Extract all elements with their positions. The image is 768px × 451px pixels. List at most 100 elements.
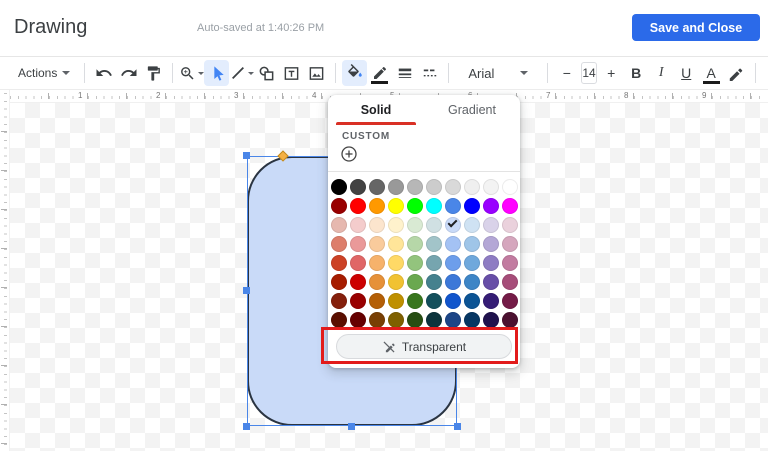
palette-color-swatch[interactable]: [350, 293, 366, 309]
palette-color-swatch[interactable]: [483, 236, 499, 252]
save-and-close-button[interactable]: Save and Close: [632, 14, 760, 41]
palette-color-swatch[interactable]: [483, 274, 499, 290]
palette-color-swatch[interactable]: [331, 217, 347, 233]
palette-color-swatch[interactable]: [445, 293, 461, 309]
redo-button[interactable]: [116, 60, 141, 86]
palette-color-swatch[interactable]: [483, 312, 499, 328]
palette-color-swatch[interactable]: [464, 236, 480, 252]
resize-handle-bottom-right[interactable]: [454, 423, 461, 430]
zoom-button[interactable]: [179, 60, 204, 86]
palette-color-swatch[interactable]: [464, 217, 480, 233]
palette-color-swatch[interactable]: [407, 274, 423, 290]
font-size-input[interactable]: 14: [581, 62, 596, 84]
palette-color-swatch[interactable]: [331, 293, 347, 309]
palette-color-swatch[interactable]: [426, 236, 442, 252]
palette-color-swatch[interactable]: [407, 255, 423, 271]
palette-color-swatch[interactable]: [426, 198, 442, 214]
palette-color-swatch[interactable]: [331, 312, 347, 328]
highlight-color-button[interactable]: [724, 60, 749, 86]
palette-color-swatch[interactable]: [502, 179, 518, 195]
underline-button[interactable]: U: [674, 60, 699, 86]
palette-color-swatch[interactable]: [445, 217, 461, 233]
palette-color-swatch[interactable]: [350, 274, 366, 290]
border-dash-button[interactable]: [417, 60, 442, 86]
palette-color-swatch[interactable]: [331, 274, 347, 290]
palette-color-swatch[interactable]: [445, 274, 461, 290]
bold-button[interactable]: B: [624, 60, 649, 86]
palette-color-swatch[interactable]: [388, 274, 404, 290]
select-tool-button[interactable]: [204, 60, 229, 86]
palette-color-swatch[interactable]: [426, 255, 442, 271]
palette-color-swatch[interactable]: [445, 179, 461, 195]
palette-color-swatch[interactable]: [426, 217, 442, 233]
palette-color-swatch[interactable]: [407, 293, 423, 309]
palette-color-swatch[interactable]: [464, 293, 480, 309]
border-weight-button[interactable]: [392, 60, 417, 86]
text-color-button[interactable]: A: [699, 60, 724, 86]
decrease-font-size-button[interactable]: −: [554, 60, 579, 86]
add-custom-color-button[interactable]: [340, 145, 358, 163]
palette-color-swatch[interactable]: [388, 236, 404, 252]
palette-color-swatch[interactable]: [388, 179, 404, 195]
palette-color-swatch[interactable]: [350, 179, 366, 195]
palette-color-swatch[interactable]: [350, 198, 366, 214]
palette-color-swatch[interactable]: [483, 255, 499, 271]
palette-color-swatch[interactable]: [369, 179, 385, 195]
palette-color-swatch[interactable]: [464, 198, 480, 214]
border-color-button[interactable]: [367, 60, 392, 86]
palette-color-swatch[interactable]: [426, 274, 442, 290]
increase-font-size-button[interactable]: +: [599, 60, 624, 86]
palette-color-swatch[interactable]: [331, 198, 347, 214]
resize-handle-middle-left[interactable]: [243, 287, 250, 294]
palette-color-swatch[interactable]: [350, 217, 366, 233]
palette-color-swatch[interactable]: [407, 179, 423, 195]
undo-button[interactable]: [91, 60, 116, 86]
resize-handle-bottom-left[interactable]: [243, 423, 250, 430]
shape-tool-button[interactable]: [254, 60, 279, 86]
palette-color-swatch[interactable]: [502, 236, 518, 252]
tab-gradient[interactable]: Gradient: [424, 95, 520, 125]
paint-format-button[interactable]: [141, 60, 166, 86]
palette-color-swatch[interactable]: [502, 274, 518, 290]
palette-color-swatch[interactable]: [483, 293, 499, 309]
palette-color-swatch[interactable]: [388, 255, 404, 271]
palette-color-swatch[interactable]: [369, 236, 385, 252]
palette-color-swatch[interactable]: [426, 293, 442, 309]
palette-color-swatch[interactable]: [464, 312, 480, 328]
palette-color-swatch[interactable]: [483, 198, 499, 214]
palette-color-swatch[interactable]: [502, 293, 518, 309]
palette-color-swatch[interactable]: [331, 236, 347, 252]
palette-color-swatch[interactable]: [388, 198, 404, 214]
palette-color-swatch[interactable]: [464, 179, 480, 195]
insert-image-button[interactable]: [304, 60, 329, 86]
palette-color-swatch[interactable]: [407, 198, 423, 214]
palette-color-swatch[interactable]: [388, 293, 404, 309]
more-options-button[interactable]: [762, 60, 768, 86]
palette-color-swatch[interactable]: [464, 255, 480, 271]
transparent-button[interactable]: Transparent: [336, 334, 512, 359]
palette-color-swatch[interactable]: [369, 312, 385, 328]
palette-color-swatch[interactable]: [426, 312, 442, 328]
palette-color-swatch[interactable]: [407, 312, 423, 328]
palette-color-swatch[interactable]: [407, 236, 423, 252]
actions-menu-button[interactable]: Actions: [10, 60, 78, 86]
fill-color-button[interactable]: [342, 60, 367, 86]
palette-color-swatch[interactable]: [445, 255, 461, 271]
palette-color-swatch[interactable]: [445, 236, 461, 252]
palette-color-swatch[interactable]: [445, 198, 461, 214]
italic-button[interactable]: I: [649, 60, 674, 86]
palette-color-swatch[interactable]: [502, 198, 518, 214]
palette-color-swatch[interactable]: [331, 255, 347, 271]
palette-color-swatch[interactable]: [369, 274, 385, 290]
palette-color-swatch[interactable]: [350, 312, 366, 328]
palette-color-swatch[interactable]: [369, 293, 385, 309]
palette-color-swatch[interactable]: [369, 198, 385, 214]
palette-color-swatch[interactable]: [464, 274, 480, 290]
palette-color-swatch[interactable]: [426, 179, 442, 195]
text-box-button[interactable]: [279, 60, 304, 86]
palette-color-swatch[interactable]: [502, 217, 518, 233]
palette-color-swatch[interactable]: [331, 179, 347, 195]
palette-color-swatch[interactable]: [369, 255, 385, 271]
palette-color-swatch[interactable]: [369, 217, 385, 233]
palette-color-swatch[interactable]: [502, 312, 518, 328]
